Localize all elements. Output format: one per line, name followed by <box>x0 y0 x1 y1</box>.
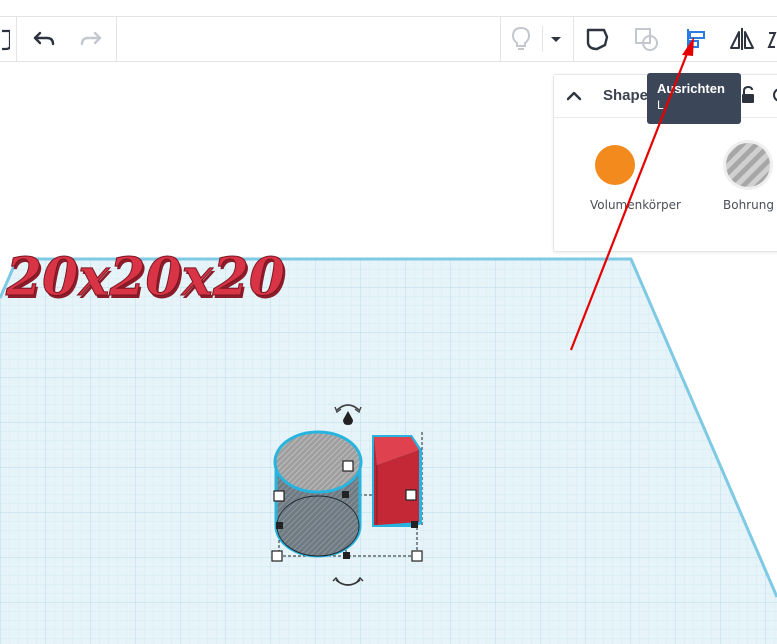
shape-panel-title: Shape <box>603 87 649 104</box>
mirror-icon <box>730 28 754 50</box>
align-button[interactable] <box>676 20 714 58</box>
eye-icon[interactable] <box>770 85 777 105</box>
duplicate-button[interactable] <box>627 20 665 58</box>
edge-handle[interactable] <box>343 552 350 559</box>
note-button[interactable] <box>578 20 616 58</box>
corner-handle[interactable] <box>273 490 285 502</box>
edge-handle[interactable] <box>276 522 283 529</box>
text-object-face: 20x20x20 <box>5 247 285 308</box>
undo-icon <box>33 31 55 46</box>
corner-handle[interactable] <box>411 550 423 562</box>
corner-handle[interactable] <box>271 550 283 562</box>
mirror-button[interactable] <box>723 20 761 58</box>
toolbar-separator <box>573 17 574 61</box>
edge-handle[interactable] <box>342 491 349 498</box>
lock-icon[interactable] <box>739 85 757 105</box>
window-top-strip <box>0 0 777 17</box>
toolbar-separator <box>500 17 501 61</box>
align-tooltip: Ausrichten L <box>647 73 741 124</box>
text-object-20x20x20[interactable]: 20x20x20 20x20x20 <box>5 247 288 312</box>
dropdown-icon <box>551 37 561 42</box>
duplicate-icon <box>635 28 658 51</box>
solid-swatch[interactable] <box>595 145 635 185</box>
group-button[interactable] <box>765 20 777 58</box>
chevron-up-icon[interactable] <box>564 86 584 106</box>
note-icon <box>586 28 609 51</box>
height-handle[interactable] <box>342 460 354 472</box>
redo-button[interactable] <box>72 20 110 58</box>
group-icon <box>767 32 777 48</box>
light-bulb-button[interactable] <box>502 20 540 58</box>
dropdown-button[interactable] <box>537 20 575 58</box>
undo-button[interactable] <box>25 20 63 58</box>
toolbar-separator <box>16 17 17 61</box>
red-box-object[interactable] <box>372 435 422 527</box>
edge-handle[interactable] <box>411 521 418 528</box>
main-toolbar <box>0 17 777 62</box>
light-bulb-icon <box>511 26 531 50</box>
tooltip-shortcut: L <box>657 98 664 112</box>
solid-label: Volumenkörper <box>590 198 681 212</box>
tooltip-title: Ausrichten <box>657 81 725 96</box>
workplane-icon[interactable] <box>0 20 16 58</box>
hole-swatch[interactable] <box>726 143 770 187</box>
align-icon <box>687 29 705 49</box>
hole-label: Bohrung <box>723 198 774 212</box>
redo-icon <box>80 31 102 46</box>
corner-handle[interactable] <box>405 489 417 501</box>
toolbar-separator <box>116 17 117 61</box>
